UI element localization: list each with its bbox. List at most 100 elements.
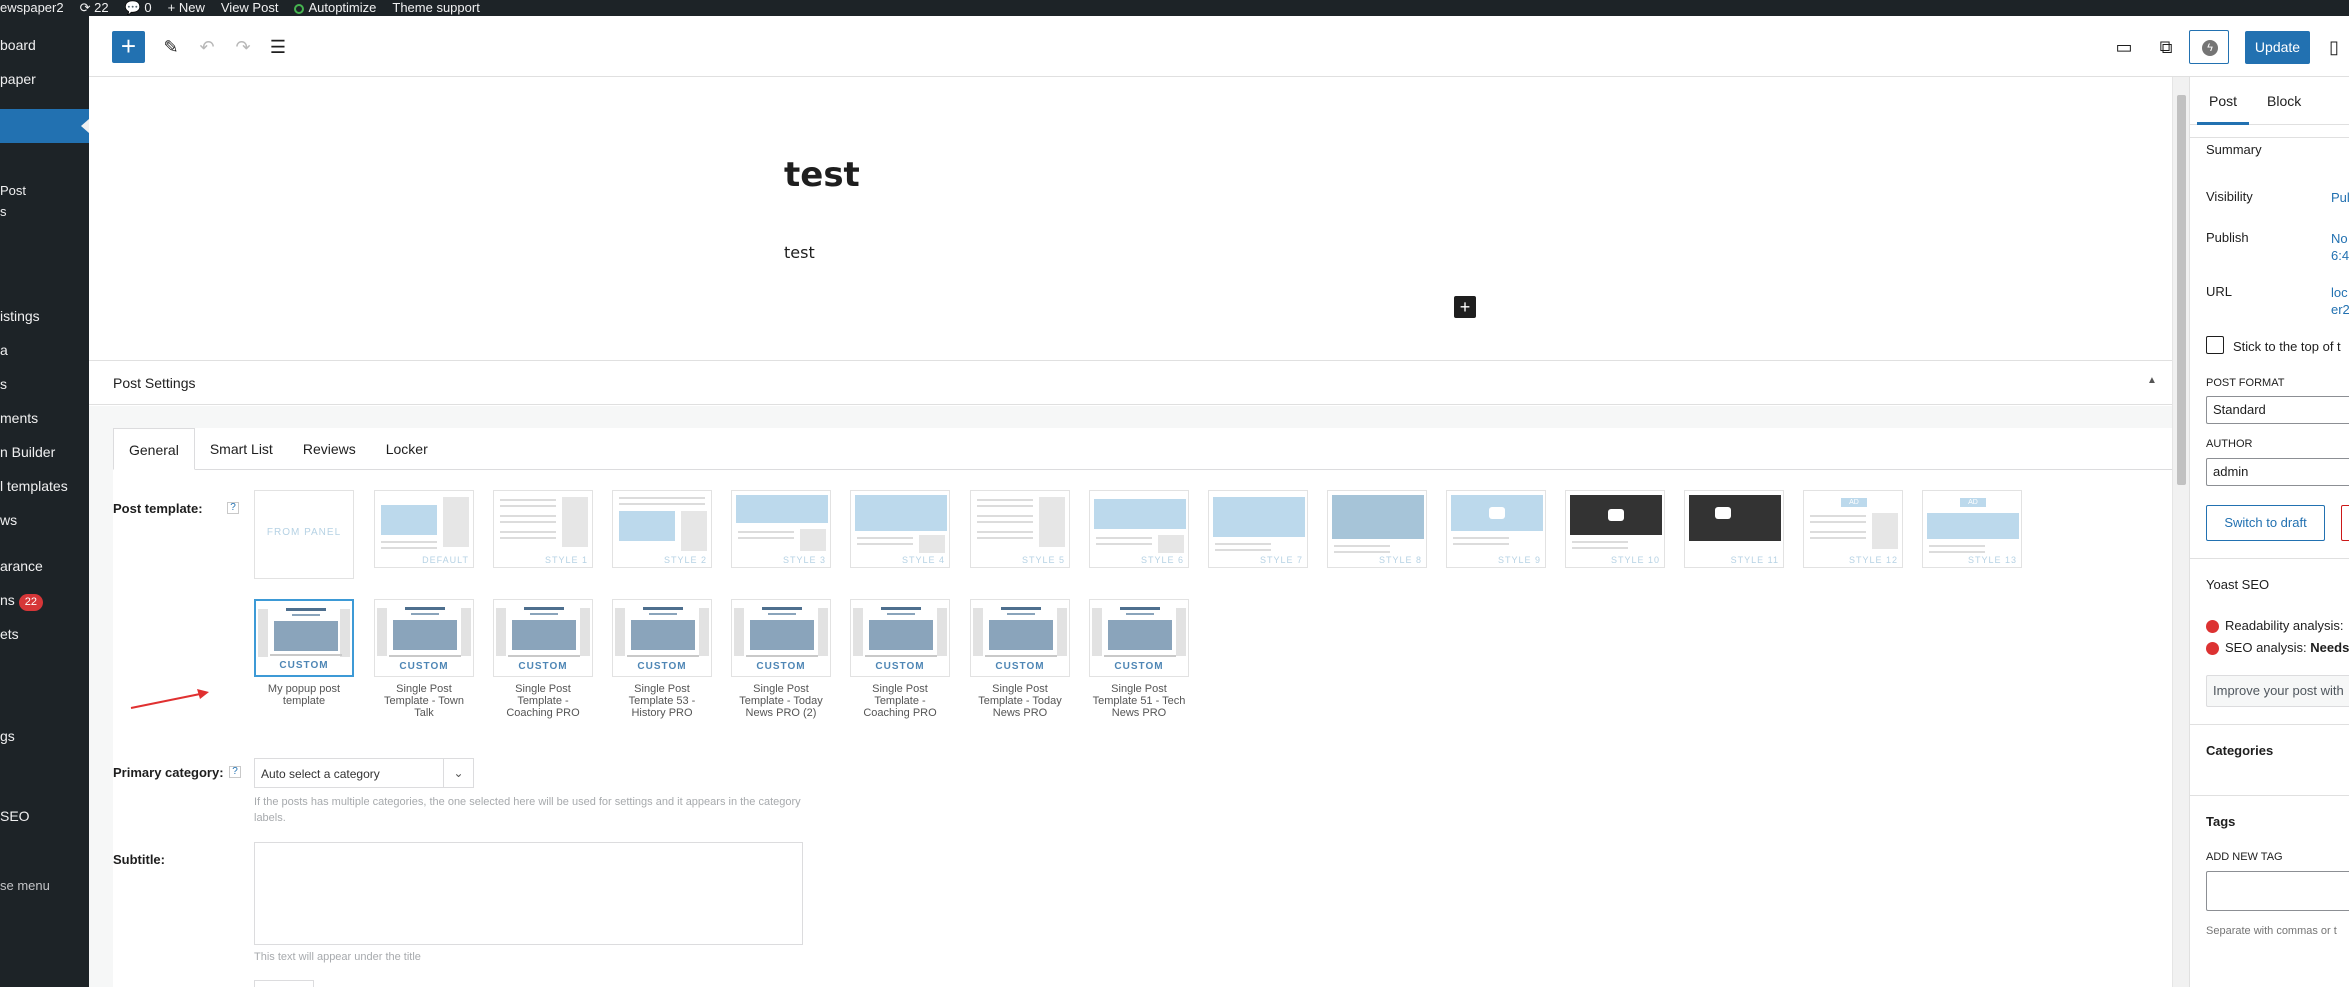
pencil-icon[interactable]: ✎	[158, 34, 184, 60]
tab-reviews[interactable]: Reviews	[288, 428, 371, 470]
menu-item-newspaper[interactable]: paper	[0, 68, 36, 90]
inline-add-block-icon[interactable]: +	[1454, 296, 1476, 318]
menu-item-plugins[interactable]: ns 22	[0, 589, 44, 611]
menu-item-posts-active[interactable]	[0, 109, 89, 143]
view-post-link[interactable]: View Post	[221, 0, 279, 16]
tab-general[interactable]: General	[113, 428, 195, 470]
next-field-input[interactable]	[254, 980, 314, 987]
list-view-icon[interactable]: ☰	[265, 34, 291, 60]
template-style-1[interactable]: STYLE 1	[493, 490, 593, 568]
subtitle-textarea[interactable]	[254, 842, 803, 945]
menu-item-builder[interactable]: n Builder	[0, 441, 55, 463]
publish-value-time[interactable]: 6:4	[2331, 247, 2349, 264]
tab-block[interactable]: Block	[2267, 93, 2301, 109]
post-format-select[interactable]: Standard	[2206, 396, 2349, 424]
metabox-header[interactable]: Post Settings ▲	[89, 361, 2172, 405]
template-style-2[interactable]: STYLE 2	[612, 490, 712, 568]
template-style-3[interactable]: STYLE 3	[731, 490, 831, 568]
collapse-menu[interactable]: se menu	[0, 875, 50, 897]
menu-item-media[interactable]: a	[0, 339, 8, 361]
custom-template-card[interactable]: CUSTOM	[612, 599, 712, 677]
url-value-tail[interactable]: er2	[2331, 301, 2349, 318]
visibility-value[interactable]: Pul	[2331, 189, 2349, 206]
menu-item-appearance[interactable]: arance	[0, 555, 43, 577]
post-settings-metabox: Post Settings ▲ General Smart List Revie…	[89, 360, 2172, 987]
template-style-12[interactable]: AD STYLE 12	[1803, 490, 1903, 568]
tags-heading[interactable]: Tags	[2206, 814, 2235, 829]
subtitle-label: Subtitle:	[113, 852, 165, 867]
tab-smart-list[interactable]: Smart List	[195, 428, 288, 470]
custom-template-card[interactable]: CUSTOM	[1089, 599, 1189, 677]
template-style-13[interactable]: AD STYLE 13	[1922, 490, 2022, 568]
help-icon[interactable]: ?	[227, 502, 239, 514]
template-style-7[interactable]: STYLE 7	[1208, 490, 1308, 568]
editor-toolbar: + ✎ ↶ ↷ ☰ ▭ ⧉ ϟ Update ▯	[89, 16, 2349, 77]
yoast-heading[interactable]: Yoast SEO	[2206, 577, 2269, 592]
primary-category-hint: If the posts has multiple categories, th…	[254, 796, 801, 824]
new-content-link[interactable]: + New	[168, 0, 205, 16]
submenu-add-post[interactable]: Post	[0, 180, 26, 202]
template-style-11[interactable]: STYLE 11	[1684, 490, 1784, 568]
block-inserter-button[interactable]: +	[112, 31, 145, 63]
custom-template-card[interactable]: CUSTOM	[374, 599, 474, 677]
template-from-panel[interactable]: FROM PANEL	[254, 490, 354, 579]
editor-scrollbar[interactable]	[2172, 77, 2189, 987]
submenu-item[interactable]: s	[0, 201, 7, 223]
switch-to-draft-button[interactable]: Switch to draft	[2206, 505, 2325, 541]
paragraph-block[interactable]: test	[784, 243, 815, 262]
publish-value[interactable]: No	[2331, 230, 2348, 247]
tab-locker[interactable]: Locker	[371, 428, 443, 470]
improve-post-button[interactable]: Improve your post with	[2206, 675, 2349, 707]
menu-item-settings[interactable]: gs	[0, 725, 15, 747]
external-link-icon[interactable]: ⧉	[2153, 34, 2179, 60]
custom-template-card[interactable]: CUSTOM	[731, 599, 831, 677]
categories-heading[interactable]: Categories	[2206, 743, 2273, 758]
tag-input[interactable]	[2206, 871, 2349, 911]
custom-template-card[interactable]: CUSTOM	[254, 599, 354, 677]
summary-heading[interactable]: Summary	[2206, 142, 2262, 157]
seo-row: SEO analysis: Needs i	[2206, 640, 2349, 656]
help-icon[interactable]: ?	[229, 766, 241, 778]
move-to-trash-button[interactable]	[2341, 505, 2349, 541]
menu-item-seo[interactable]: SEO	[0, 805, 30, 827]
template-style-5[interactable]: STYLE 5	[970, 490, 1070, 568]
custom-template-card[interactable]: CUSTOM	[850, 599, 950, 677]
template-default[interactable]: DEFAULT	[374, 490, 474, 568]
menu-item-templates[interactable]: l templates	[0, 475, 68, 497]
comments-link[interactable]: 💬 0	[125, 0, 152, 16]
visibility-label: Visibility	[2206, 189, 2253, 204]
menu-item-listings[interactable]: istings	[0, 305, 40, 327]
template-style-6[interactable]: STYLE 6	[1089, 490, 1189, 568]
menu-item-dashboard[interactable]: board	[0, 34, 36, 56]
mobile-preview-icon[interactable]: ▯	[2321, 34, 2347, 60]
section-divider	[2190, 558, 2349, 559]
sticky-checkbox[interactable]	[2206, 336, 2224, 354]
undo-icon[interactable]: ↶	[194, 34, 220, 60]
collapse-arrow-icon[interactable]: ▲	[2147, 375, 2157, 386]
tab-post[interactable]: Post	[2196, 93, 2250, 125]
autoptimize-link[interactable]: Autoptimize	[294, 0, 376, 16]
scrollbar-thumb[interactable]	[2177, 95, 2186, 485]
update-button[interactable]: Update	[2245, 31, 2310, 64]
template-style-8[interactable]: STYLE 8	[1327, 490, 1427, 568]
post-title[interactable]: test	[784, 155, 860, 195]
url-value[interactable]: loc	[2331, 284, 2348, 301]
performance-button[interactable]: ϟ	[2189, 30, 2229, 64]
site-name-link[interactable]: ewspaper2	[0, 0, 64, 16]
updates-link[interactable]: ⟳ 22	[80, 0, 109, 16]
primary-category-select[interactable]: Auto select a category ⌄	[254, 758, 474, 788]
template-style-9[interactable]: STYLE 9	[1446, 490, 1546, 568]
preview-device-icon[interactable]: ▭	[2111, 34, 2137, 60]
redo-icon[interactable]: ↷	[230, 34, 256, 60]
template-style-10[interactable]: STYLE 10	[1565, 490, 1665, 568]
menu-item-comments[interactable]: ments	[0, 407, 38, 429]
theme-support-link[interactable]: Theme support	[392, 0, 479, 16]
author-select[interactable]: admin	[2206, 458, 2349, 486]
custom-template-card[interactable]: CUSTOM	[970, 599, 1070, 677]
admin-bar: ewspaper2 ⟳ 22 💬 0 + New View Post Autop…	[0, 0, 2349, 16]
menu-item-snippets[interactable]: ets	[0, 623, 19, 645]
template-style-4[interactable]: STYLE 4	[850, 490, 950, 568]
menu-item-news[interactable]: ws	[0, 509, 17, 531]
custom-template-card[interactable]: CUSTOM	[493, 599, 593, 677]
menu-item-pages[interactable]: s	[0, 373, 7, 395]
